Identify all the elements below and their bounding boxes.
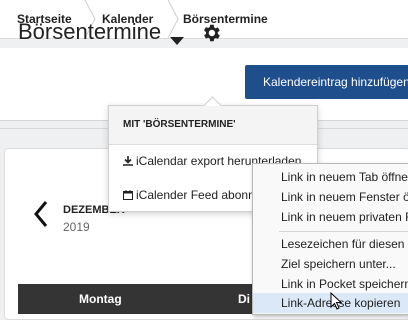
day-header-montag: Montag [79,292,122,306]
page-title: Börsentermine [18,19,162,44]
calendar-icon [123,188,136,202]
ctx-open-private-window[interactable]: Link in neuem privaten Fenster öffnen [253,207,408,227]
ctx-bookmark-link[interactable]: Lesezeichen für diesen Link hinzufügen [253,234,408,254]
ctx-save-to-pocket[interactable]: Link in Pocket speichern [253,274,408,294]
dropdown-heading: MIT 'BÖRSENTERMINE' [109,106,317,145]
day-header-dienstag: Di [238,292,250,306]
ctx-save-link-as[interactable]: Ziel speichern unter... [253,254,408,274]
dropdown-heading-label: MIT 'BÖRSENTERMINE' [123,119,236,130]
ctx-open-new-window[interactable]: Link in neuem Fenster öffnen [253,187,408,207]
breadcrumb-boersentermine: Börsentermine [183,12,268,26]
chevron-left-icon[interactable] [34,200,48,233]
mouse-cursor-icon [330,291,343,315]
download-icon [123,154,136,168]
calendar-year: 2019 [63,220,90,234]
ctx-open-new-tab[interactable]: Link in neuem Tab öffnen [253,167,408,187]
gear-icon[interactable] [200,22,222,49]
ctx-separator [279,231,408,232]
caret-down-icon[interactable] [170,32,184,50]
add-calendar-entry-button[interactable]: Kalendereintrag hinzufügen [245,65,408,99]
